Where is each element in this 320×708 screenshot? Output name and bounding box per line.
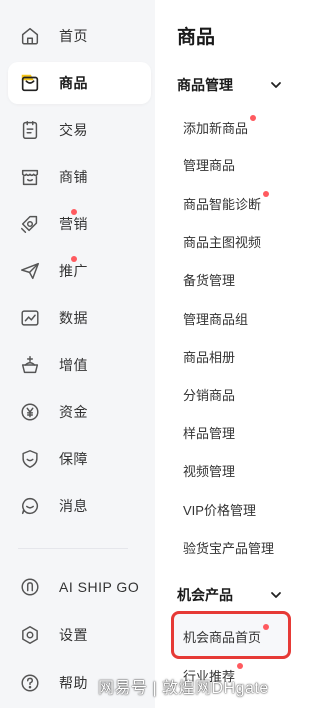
nav-item-label: AI SHIP GO bbox=[59, 579, 140, 595]
store-icon bbox=[18, 165, 42, 189]
sub-item-manage-products[interactable]: 管理商品 bbox=[183, 155, 235, 174]
nav-item-label: 营销 bbox=[59, 216, 88, 232]
message-icon bbox=[18, 494, 42, 518]
panel-title: 商品 bbox=[177, 27, 216, 48]
sub-item-opportunity-home[interactable]: 机会商品首页 bbox=[183, 624, 270, 646]
sub-item-label: 管理商品组 bbox=[183, 312, 249, 327]
sub-item-label: 样品管理 bbox=[183, 426, 236, 441]
sub-item-smart-diagnosis[interactable]: 商品智能诊断 bbox=[183, 191, 270, 213]
nav-item-label: 交易 bbox=[59, 122, 88, 138]
nav-item-ai-ship-go[interactable]: AI SHIP GO bbox=[8, 566, 151, 608]
sub-item-video-management[interactable]: 视频管理 bbox=[183, 461, 235, 480]
shield-icon bbox=[18, 447, 42, 471]
nav-item-label: 商铺 bbox=[59, 169, 88, 185]
badge-dot bbox=[250, 115, 257, 121]
left-nav-rail: 首页 商品 交易 商铺 营销 推广 数据 增值 资金 保障 消息 AI SHIP… bbox=[0, 0, 155, 708]
nav-item-funds[interactable]: 资金 bbox=[8, 391, 151, 433]
nav-item-label: 首页 bbox=[59, 28, 88, 44]
group-header-product-management[interactable]: 商品管理 bbox=[177, 73, 282, 97]
sub-menu-panel: 商品 商品管理 添加新商品 管理商品 商品智能诊断 商品主图视频 备货管理 管理… bbox=[155, 0, 298, 708]
chevron-down-icon bbox=[270, 589, 282, 601]
nav-item-settings[interactable]: 设置 bbox=[8, 614, 151, 656]
sub-item-product-groups[interactable]: 管理商品组 bbox=[183, 309, 248, 328]
nav-item-label: 帮助 bbox=[59, 675, 88, 691]
nav-item-marketing[interactable]: 营销 bbox=[8, 203, 151, 245]
sub-item-distribution-products[interactable]: 分销商品 bbox=[183, 385, 235, 404]
yuan-icon bbox=[18, 400, 42, 424]
sub-item-label: 分销商品 bbox=[183, 388, 236, 403]
home-icon bbox=[18, 24, 42, 48]
nav-item-trade[interactable]: 交易 bbox=[8, 109, 151, 151]
sub-item-product-album[interactable]: 商品相册 bbox=[183, 347, 235, 366]
nav-item-product[interactable]: 商品 bbox=[8, 62, 151, 104]
chevron-down-icon bbox=[270, 79, 282, 91]
value-added-icon bbox=[18, 353, 42, 377]
watermark: 网易号 | 敦煌网DHgate bbox=[98, 680, 269, 697]
sub-item-add-product[interactable]: 添加新商品 bbox=[183, 115, 257, 137]
marketing-icon bbox=[18, 209, 77, 236]
product-bag-icon bbox=[18, 71, 42, 95]
sub-item-label: 商品智能诊断 bbox=[183, 197, 262, 212]
sub-item-label: 商品主图视频 bbox=[183, 235, 262, 250]
nav-item-guarantee[interactable]: 保障 bbox=[8, 438, 151, 480]
sub-item-label: VIP价格管理 bbox=[183, 503, 256, 518]
nav-item-data[interactable]: 数据 bbox=[8, 297, 151, 339]
nav-divider bbox=[18, 548, 128, 549]
help-icon bbox=[18, 671, 42, 695]
nav-item-home[interactable]: 首页 bbox=[8, 15, 151, 57]
sub-item-vip-price[interactable]: VIP价格管理 bbox=[183, 500, 256, 519]
sub-item-label: 备货管理 bbox=[183, 273, 236, 288]
order-icon bbox=[18, 118, 42, 142]
sub-item-label: 商品相册 bbox=[183, 350, 236, 365]
nav-item-promotion[interactable]: 推广 bbox=[8, 250, 151, 292]
group-header-opportunity-products[interactable]: 机会产品 bbox=[177, 583, 282, 607]
nav-item-label: 商品 bbox=[59, 75, 88, 91]
sub-item-label: 视频管理 bbox=[183, 464, 236, 479]
ai-ship-icon bbox=[18, 575, 42, 599]
sub-item-label: 机会商品首页 bbox=[183, 630, 262, 645]
badge-dot bbox=[263, 191, 270, 197]
nav-item-label: 推广 bbox=[59, 263, 88, 279]
nav-item-label: 保障 bbox=[59, 451, 88, 467]
group-title: 机会产品 bbox=[177, 587, 233, 603]
sub-item-label: 验货宝产品管理 bbox=[183, 541, 275, 556]
sub-item-label: 管理商品 bbox=[183, 158, 236, 173]
nav-item-value-added[interactable]: 增值 bbox=[8, 344, 151, 386]
sub-item-main-image-video[interactable]: 商品主图视频 bbox=[183, 232, 261, 251]
sub-item-sample-management[interactable]: 样品管理 bbox=[183, 423, 235, 442]
nav-item-label: 增值 bbox=[59, 357, 88, 373]
nav-item-label: 资金 bbox=[59, 404, 88, 420]
settings-icon bbox=[18, 623, 42, 647]
nav-item-label: 消息 bbox=[59, 498, 88, 514]
badge-dot bbox=[263, 624, 270, 630]
nav-item-messages[interactable]: 消息 bbox=[8, 485, 151, 527]
promotion-icon bbox=[18, 256, 77, 283]
sub-item-inspection-products[interactable]: 验货宝产品管理 bbox=[183, 538, 274, 557]
sub-item-stock-management[interactable]: 备货管理 bbox=[183, 270, 235, 289]
nav-item-label: 设置 bbox=[59, 627, 88, 643]
badge-dot bbox=[237, 663, 244, 669]
nav-item-label: 数据 bbox=[59, 310, 88, 326]
nav-item-store[interactable]: 商铺 bbox=[8, 156, 151, 198]
group-title: 商品管理 bbox=[177, 77, 233, 93]
sub-item-label: 添加新商品 bbox=[183, 121, 249, 136]
chart-icon bbox=[18, 306, 42, 330]
